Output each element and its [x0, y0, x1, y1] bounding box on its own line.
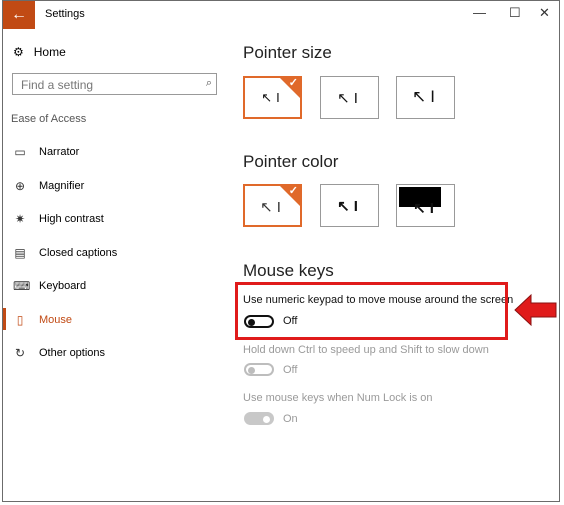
pointer-color-heading: Pointer color	[243, 152, 339, 171]
window-title: Settings	[45, 8, 85, 20]
narrator-icon: ▭	[14, 145, 26, 159]
checkmark-icon: ✓	[288, 77, 298, 89]
sidebar-item-label: Closed captions	[39, 247, 118, 259]
checkmark-icon: ✓	[288, 185, 298, 197]
pointer-size-medium-tile[interactable]: ↖I	[320, 76, 379, 119]
sidebar-item-high-contrast[interactable]: ✷ High contrast	[13, 212, 104, 226]
num-lock-state: On	[283, 413, 298, 425]
keyboard-icon: ⌨	[13, 279, 31, 293]
sidebar-item-label: Mouse	[39, 314, 73, 326]
magnifier-icon: ⊕	[14, 179, 26, 193]
ctrl-shift-toggle[interactable]	[244, 363, 274, 376]
mouse-icon: ▯	[16, 313, 24, 327]
pointer-color-black-tile[interactable]: ↖I	[320, 184, 379, 227]
sidebar-item-narrator[interactable]: ▭ Narrator	[13, 145, 79, 159]
search-placeholder: Find a setting	[21, 78, 94, 92]
pointer-preview-icon: ↖I	[413, 200, 438, 217]
section-label: Ease of Access	[11, 113, 87, 125]
sidebar-item-closed-captions[interactable]: ▤ Closed captions	[13, 246, 117, 260]
search-input[interactable]: Find a setting ⌕	[12, 73, 217, 95]
search-icon: ⌕	[205, 77, 212, 89]
toggle-knob	[263, 415, 270, 423]
sidebar-item-mouse[interactable]: ▯ Mouse	[13, 313, 72, 327]
settings-window: ← Settings — ☐ ✕ ⚙ Home Find a setting ⌕…	[2, 0, 560, 502]
sidebar-item-label: High contrast	[39, 213, 104, 225]
mouse-keys-heading: Mouse keys	[243, 261, 334, 280]
sidebar-item-other-options[interactable]: ↻ Other options	[13, 346, 105, 360]
pointer-color-white-tile[interactable]: ✓ ↖I	[243, 184, 302, 227]
sidebar-item-label: Magnifier	[39, 180, 85, 192]
pointer-size-heading: Pointer size	[243, 43, 332, 62]
sidebar-item-keyboard[interactable]: ⌨ Keyboard	[13, 279, 86, 293]
back-arrow-icon: ←	[11, 6, 27, 23]
main-content: Pointer size ✓ ↖I ↖I ↖I Pointer color ✓ …	[243, 29, 559, 501]
contrast-icon: ✷	[14, 212, 26, 226]
sidebar-item-label: Narrator	[39, 146, 80, 158]
num-lock-label: Use mouse keys when Num Lock is on	[243, 392, 433, 404]
gear-icon: ⚙	[13, 45, 24, 59]
pointer-preview-icon: ↖I	[260, 199, 285, 216]
sidebar-item-magnifier[interactable]: ⊕ Magnifier	[13, 179, 84, 193]
home-label: Home	[33, 45, 66, 59]
annotation-arrow-icon	[514, 293, 557, 327]
toggle-knob	[248, 366, 255, 374]
close-button[interactable]: ✕	[539, 5, 550, 21]
back-button[interactable]: ←	[3, 1, 35, 29]
pointer-size-large-tile[interactable]: ↖I	[396, 76, 455, 119]
captions-icon: ▤	[14, 246, 26, 260]
active-indicator	[3, 308, 6, 330]
title-bar: ← Settings — ☐ ✕	[3, 1, 559, 29]
other-options-icon: ↻	[14, 346, 26, 360]
sidebar-item-label: Keyboard	[39, 280, 87, 292]
pointer-color-inverted-tile[interactable]: ↖I	[396, 184, 455, 227]
pointer-preview-icon: ↖I	[261, 90, 284, 105]
pointer-preview-icon: ↖I	[412, 87, 439, 106]
num-lock-toggle[interactable]	[244, 412, 274, 425]
minimize-button[interactable]: —	[473, 5, 486, 20]
annotation-highlight-box	[235, 282, 508, 340]
pointer-size-small-tile[interactable]: ✓ ↖I	[243, 76, 302, 119]
pointer-preview-icon: ↖I	[337, 198, 362, 215]
ctrl-shift-state: Off	[283, 364, 298, 376]
home-nav[interactable]: ⚙ Home	[13, 45, 66, 59]
maximize-button[interactable]: ☐	[509, 5, 521, 21]
ctrl-shift-label: Hold down Ctrl to speed up and Shift to …	[243, 344, 489, 356]
sidebar: ⚙ Home Find a setting ⌕ Ease of Access ▭…	[3, 29, 229, 501]
sidebar-item-label: Other options	[39, 347, 106, 359]
pointer-preview-icon: ↖I	[337, 90, 362, 107]
